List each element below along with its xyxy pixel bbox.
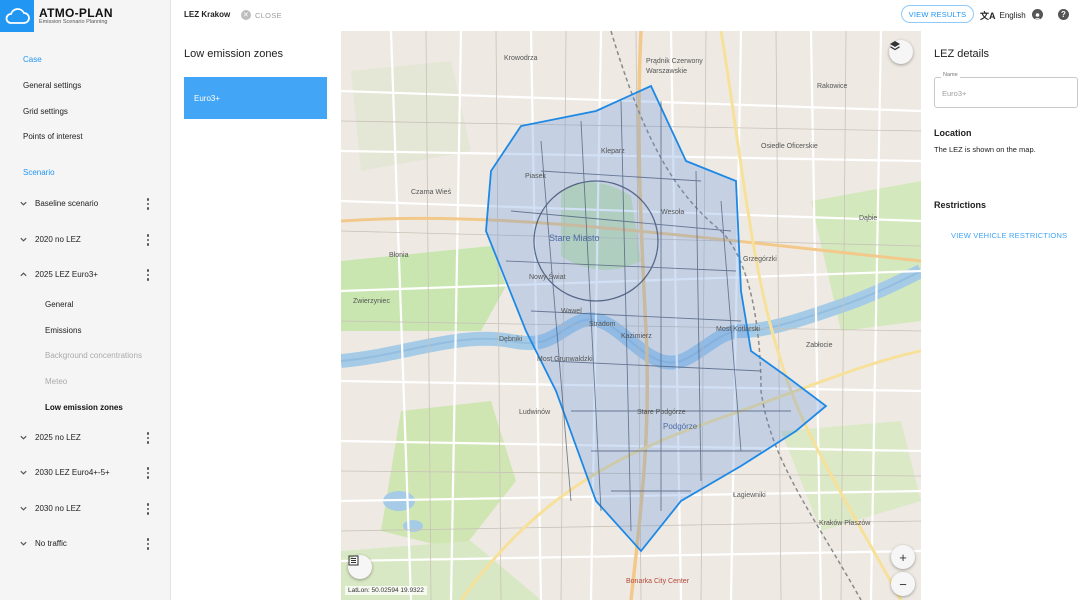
place-label: Prądnik Czerwony	[646, 58, 703, 65]
place-label: Warszawskie	[646, 68, 687, 75]
chevron-down-icon	[19, 504, 29, 514]
scenario-label: 2025 LEZ Euro3+	[35, 270, 98, 279]
scenario-label: 2030 no LEZ	[35, 504, 81, 513]
scenario-sub-background-concentrations: Background concentrations	[45, 351, 142, 360]
translate-icon: 文A	[980, 11, 996, 21]
place-label: Kazimierz	[621, 333, 652, 340]
sidebar: ATMO-PLAN Emission Scenario Planning Cas…	[0, 0, 171, 600]
scenario-sub-general[interactable]: General	[45, 300, 73, 309]
place-label: Dębniki	[499, 336, 523, 343]
chevron-down-icon	[19, 433, 29, 443]
more-vert-icon[interactable]	[143, 197, 153, 211]
zoom-in-button[interactable]: +	[891, 545, 915, 569]
place-label: Grzegórzki	[743, 256, 777, 263]
place-label: Bonarka City Center	[626, 578, 690, 585]
lez-details-title: LEZ details	[934, 48, 990, 60]
chevron-down-icon	[19, 468, 29, 478]
place-label: Stare Miasto	[549, 233, 600, 243]
place-label: Nowy Świat	[529, 272, 566, 281]
place-label: Stradom	[589, 321, 616, 328]
help-icon[interactable]: ?	[1058, 9, 1069, 20]
place-label: Podgórze	[663, 422, 698, 431]
scenario-sub-meteo: Meteo	[45, 377, 68, 386]
scenario-section-label: Scenario	[23, 168, 55, 177]
close-icon: ✕	[241, 10, 251, 20]
lez-item-euro3[interactable]: Euro3+	[184, 77, 327, 119]
more-vert-icon[interactable]	[143, 431, 153, 445]
name-field-value: Euro3+	[942, 89, 967, 98]
chevron-down-icon	[19, 199, 29, 209]
view-results-button[interactable]: VIEW RESULTS	[901, 5, 974, 23]
name-field-label: Name	[941, 72, 960, 78]
scenario-label: 2020 no LEZ	[35, 235, 81, 244]
scenario-label: 2025 no LEZ	[35, 433, 81, 442]
place-label: Rakowice	[817, 83, 847, 90]
place-label: Most Kotlarski	[716, 326, 760, 333]
app-name: ATMO-PLAN	[39, 6, 113, 20]
scenario-label: 2030 LEZ Euro4+-5+	[35, 468, 110, 477]
scenario-label: No traffic	[35, 539, 67, 548]
place-label: Ludwinów	[519, 409, 551, 416]
place-label: Wesoła	[661, 209, 684, 216]
place-label: Kraków Płaszów	[819, 520, 871, 527]
case-title: LEZ Krakow	[184, 10, 231, 19]
place-label: Osiedle Oficerskie	[761, 143, 818, 150]
account-icon[interactable]	[1032, 9, 1043, 20]
nav-general-settings[interactable]: General settings	[23, 81, 81, 90]
chevron-down-icon	[19, 235, 29, 245]
place-label: Błonia	[389, 252, 409, 259]
more-vert-icon[interactable]	[143, 233, 153, 247]
place-label: Wawel	[561, 308, 582, 315]
language-label: English	[999, 11, 1026, 20]
place-label: Most Grunwaldzki	[537, 356, 593, 363]
restrictions-heading: Restrictions	[934, 200, 987, 210]
scenario-no-traffic[interactable]: No traffic	[0, 534, 171, 556]
more-vert-icon[interactable]	[143, 537, 153, 551]
cloud-icon	[0, 0, 34, 32]
app-subtitle: Emission Scenario Planning	[39, 19, 108, 25]
close-label: CLOSE	[255, 10, 282, 20]
lez-list-title: Low emission zones	[184, 48, 284, 60]
place-label: Stare Podgórze	[637, 409, 686, 416]
zoom-out-button[interactable]: −	[891, 572, 915, 596]
chevron-down-icon	[19, 539, 29, 549]
more-vert-icon[interactable]	[143, 268, 153, 282]
language-selector[interactable]: 文A English	[980, 9, 1026, 22]
more-vert-icon[interactable]	[143, 466, 153, 480]
legend-icon[interactable]	[348, 555, 372, 579]
chevron-up-icon	[19, 270, 29, 280]
location-heading: Location	[934, 128, 972, 138]
place-label: Czarna Wieś	[411, 189, 452, 196]
scenario-2030-lez-euro4-5[interactable]: 2030 LEZ Euro4+-5+	[0, 463, 171, 485]
place-label: Łagiewniki	[733, 492, 766, 499]
layers-icon[interactable]	[889, 40, 913, 64]
scenario-2030-no-lez[interactable]: 2030 no LEZ	[0, 499, 171, 521]
place-label: Dąbie	[859, 215, 877, 222]
nav-grid-settings[interactable]: Grid settings	[23, 107, 68, 116]
scenario-label: Baseline scenario	[35, 199, 99, 208]
top-bar: LEZ Krakow ✕ CLOSE VIEW RESULTS 文A Engli…	[171, 0, 1081, 31]
scenario-2025-lez-euro3[interactable]: 2025 LEZ Euro3+	[0, 265, 171, 287]
nav-points-of-interest[interactable]: Points of interest	[23, 132, 83, 141]
more-vert-icon[interactable]	[143, 502, 153, 516]
app-logo[interactable]: ATMO-PLAN Emission Scenario Planning	[0, 0, 171, 32]
close-button[interactable]: ✕ CLOSE	[241, 9, 282, 21]
map-canvas[interactable]: Krowodrza Prądnik Czerwony Warszawskie O…	[341, 31, 921, 600]
case-section-label: Case	[23, 55, 42, 64]
view-vehicle-restrictions-button[interactable]: VIEW VEHICLE RESTRICTIONS	[951, 231, 1067, 240]
place-label: Krowodrza	[504, 55, 538, 62]
place-label: Kleparz	[601, 148, 625, 155]
map[interactable]: Krowodrza Prądnik Czerwony Warszawskie O…	[341, 31, 921, 600]
scenario-sub-low-emission-zones[interactable]: Low emission zones	[45, 403, 123, 412]
place-label: Zwierzyniec	[353, 298, 390, 305]
place-label: Zabłocie	[806, 342, 833, 349]
scenario-2025-no-lez[interactable]: 2025 no LEZ	[0, 428, 171, 450]
location-text: The LEZ is shown on the map.	[934, 145, 1036, 154]
scenario-sub-emissions[interactable]: Emissions	[45, 326, 81, 335]
latlon-readout: LatLon: 50.02594 19.9322	[345, 586, 427, 595]
scenario-baseline[interactable]: Baseline scenario	[0, 194, 171, 216]
place-label: Piasek	[525, 173, 547, 180]
scenario-2020-no-lez[interactable]: 2020 no LEZ	[0, 230, 171, 252]
